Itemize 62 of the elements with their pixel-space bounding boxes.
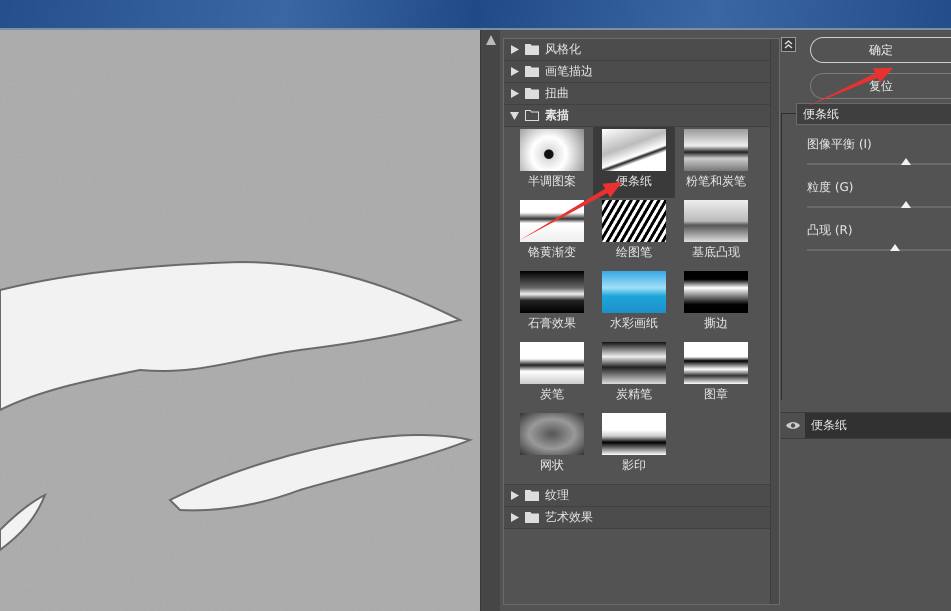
filter-thumbnail [684, 342, 748, 384]
filter-thumbnail [602, 271, 666, 313]
filter-item[interactable]: 炭笔 [511, 340, 593, 411]
slider[interactable] [807, 243, 951, 252]
slider-thumb[interactable] [901, 158, 912, 165]
category-row[interactable]: 艺术效果 [504, 507, 770, 529]
category-row[interactable]: 扭曲 [504, 83, 770, 105]
eye-icon[interactable] [786, 421, 800, 430]
slider[interactable] [807, 157, 951, 166]
slider-label: 图像平衡 (I) [807, 136, 873, 152]
category-label: 风格化 [545, 41, 581, 58]
filter-item[interactable]: 影印 [593, 411, 675, 482]
category-label: 扭曲 [545, 85, 569, 102]
filter-thumbnail [520, 413, 584, 455]
layer-name[interactable]: 便条纸 [805, 413, 951, 438]
slider-label: 粒度 (G) [807, 179, 854, 195]
filter-item[interactable]: 石膏效果 [511, 269, 593, 340]
filter-item[interactable]: 铬黄渐变 [511, 198, 593, 269]
category-label: 素描 [545, 107, 569, 124]
filter-item[interactable]: 网状 [511, 411, 593, 482]
category-label: 艺术效果 [545, 509, 593, 526]
filter-thumbnail [684, 200, 748, 242]
folder-icon [525, 110, 539, 121]
category-label: 画笔描边 [545, 63, 593, 80]
filter-thumbnail [520, 342, 584, 384]
scroll-up-icon[interactable] [484, 34, 496, 46]
slider-thumb[interactable] [901, 201, 912, 208]
slider[interactable] [807, 200, 951, 209]
filter-item[interactable]: 半调图案 [511, 127, 593, 198]
filter-thumbnail [520, 129, 584, 171]
slider-label: 凸现 (R) [807, 222, 854, 238]
filter-thumbnail [602, 342, 666, 384]
folder-icon [525, 44, 539, 55]
filter-thumbnail [520, 200, 584, 242]
filter-thumbnail [684, 129, 748, 171]
filter-thumbnail [520, 271, 584, 313]
folder-icon [525, 512, 539, 523]
filter-thumbnail [684, 271, 748, 313]
filter-item[interactable]: 炭精笔 [593, 340, 675, 411]
folder-icon [525, 88, 539, 99]
category-label: 纹理 [545, 487, 569, 504]
folder-icon [525, 66, 539, 77]
filter-select[interactable]: 便条纸 [796, 103, 951, 125]
filter-thumbnail [602, 200, 666, 242]
filter-item[interactable]: 粉笔和炭笔 [675, 127, 757, 198]
filter-item[interactable]: 绘图笔 [593, 198, 675, 269]
collapse-icon[interactable] [781, 37, 796, 52]
filter-item[interactable]: 图章 [675, 340, 757, 411]
filter-item[interactable]: 水彩画纸 [593, 269, 675, 340]
category-row[interactable]: 纹理 [504, 485, 770, 507]
filter-thumbnail [602, 129, 666, 171]
category-row[interactable]: 素描 [504, 105, 770, 127]
category-row[interactable]: 风格化 [504, 39, 770, 61]
scrollbar[interactable] [480, 30, 500, 611]
category-row[interactable]: 画笔描边 [504, 61, 770, 83]
filter-thumbnail [602, 413, 666, 455]
scrollbar[interactable] [770, 39, 779, 604]
filter-item[interactable]: 基底凸现 [675, 198, 757, 269]
dialog-button[interactable]: 确定 [810, 37, 951, 63]
slider-thumb[interactable] [890, 244, 900, 251]
folder-icon [525, 490, 539, 501]
filter-item[interactable]: 撕边 [675, 269, 757, 340]
